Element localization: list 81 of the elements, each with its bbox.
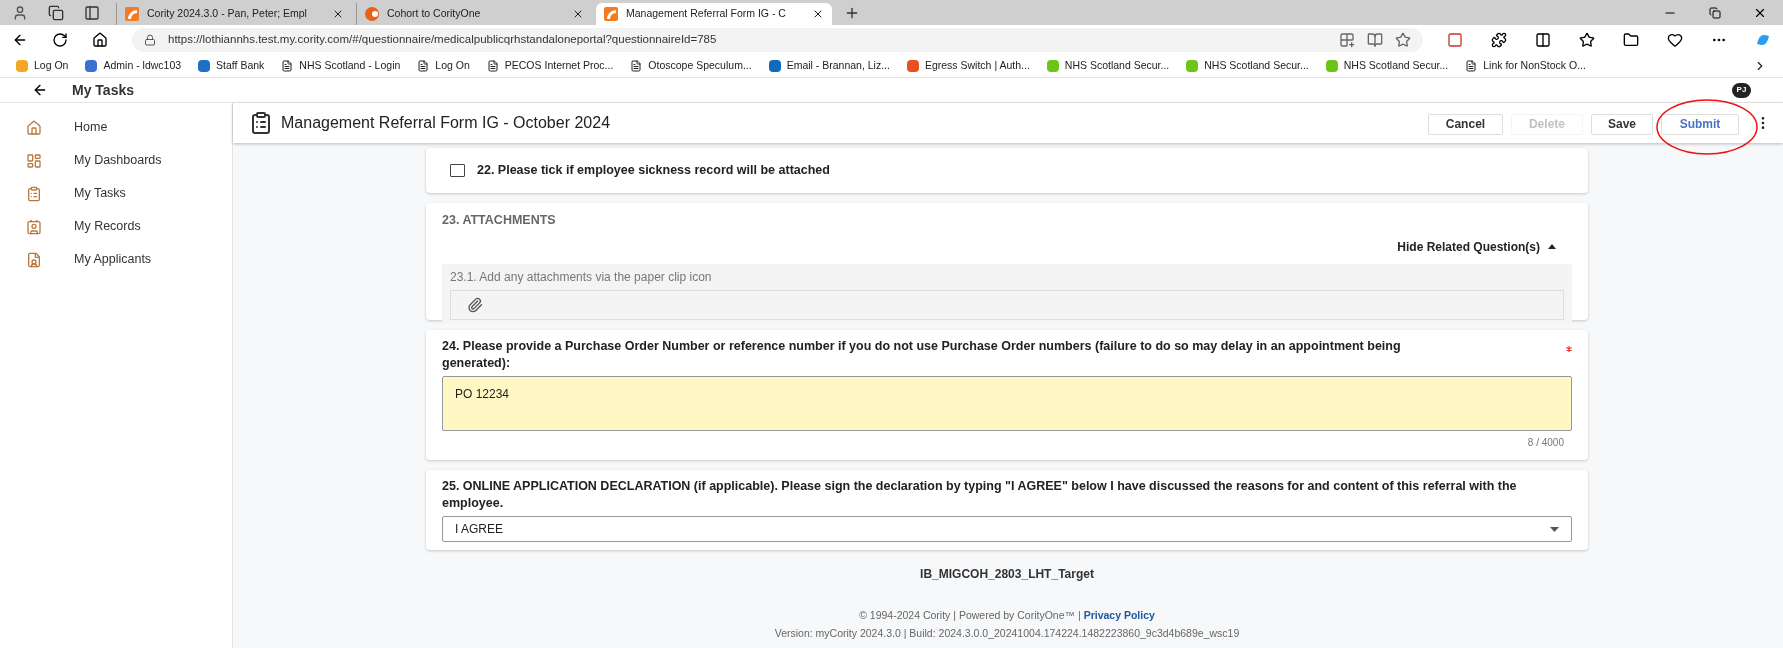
question-label: 24. Please provide a Purchase Order Number or reference number if you do not use Purchase Order numbers (failure to do so may delay in an appointment being generated): — [442, 338, 1402, 372]
text-area[interactable]: PO 12234 — [442, 376, 1572, 431]
cority-logo-icon — [125, 7, 139, 21]
new-tab-icon[interactable] — [844, 5, 860, 21]
sidebar-item[interactable]: My Dashboards — [0, 144, 232, 177]
collections-icon[interactable] — [1623, 32, 1639, 48]
caret-icon — [1550, 526, 1559, 532]
restore-icon[interactable] — [1709, 6, 1721, 19]
attachment-field[interactable] — [450, 289, 1564, 320]
sub-question-label: 23.1. Add any attachments via the paper clip icon — [450, 268, 713, 286]
version-text: Version: myCority 2024.3.0 | Build: 2024.3.0.0_20241004.174224.1482223860_9c3d4b689e_wsc19 — [774, 625, 1240, 641]
close-icon[interactable] — [572, 8, 584, 20]
copilot-icon[interactable] — [1755, 32, 1771, 48]
address-field[interactable]: https://lothiannhs.test.my.cority.com/#/questionnaire/medicalpublicqrhstandaloneportal?questionnaireId=785 — [132, 28, 1423, 52]
section-heading: 23. ATTACHMENTS — [442, 212, 557, 229]
bookmark[interactable]: NHS Scotland - Login — [281, 58, 401, 74]
close-icon[interactable] — [332, 8, 344, 20]
page-icon — [281, 60, 294, 72]
sidebar-item[interactable]: My Applicants — [0, 243, 232, 276]
copyright-text: © 1994-2024 Cority | Powered by CorityOne™ | Privacy Policy — [859, 608, 1155, 623]
bookmark[interactable]: Admin - ldwc103 — [85, 58, 182, 74]
paperclip-icon[interactable] — [467, 296, 483, 313]
sidebar-item[interactable]: Home — [0, 111, 232, 144]
extension-icon[interactable] — [1447, 32, 1463, 48]
page-icon — [1465, 60, 1478, 72]
bookmark[interactable]: PECOS Internet Proc... — [486, 58, 614, 74]
bookmark[interactable]: Log On — [417, 58, 470, 74]
toolbar-button[interactable]: Save — [1590, 113, 1653, 135]
lock-icon — [144, 34, 156, 46]
workspaces-icon[interactable] — [48, 4, 64, 21]
cohort-logo-icon — [365, 7, 379, 21]
document-person-icon — [26, 251, 42, 268]
bookmark[interactable]: NHS Scotland Secur... — [1046, 58, 1170, 74]
bookmark[interactable]: NHS Scotland Secur... — [1325, 58, 1449, 74]
sidebar-item[interactable]: My Tasks — [0, 177, 232, 210]
page-title: My Tasks — [72, 80, 135, 100]
sidebar-icon[interactable] — [84, 4, 100, 21]
form-title: Management Referral Form IG - October 2024 — [281, 113, 612, 133]
favorites-icon[interactable] — [1579, 32, 1595, 48]
bookmark[interactable]: Link for NonStock O... — [1465, 58, 1586, 74]
toolbar-button[interactable]: Cancel — [1427, 113, 1503, 135]
hide-related-toggle[interactable]: Hide Related Question(s) — [1397, 237, 1556, 256]
bookmark[interactable]: Log On — [16, 58, 69, 74]
reload-icon[interactable] — [52, 32, 68, 48]
bookmark[interactable]: Staff Bank — [198, 58, 265, 74]
browser-tab[interactable]: Management Referral Form IG - C — [596, 3, 832, 25]
home-icon[interactable] — [92, 32, 108, 48]
privacy-policy-link[interactable]: Privacy Policy — [1083, 609, 1155, 621]
cority-logo-icon — [604, 7, 618, 21]
caret-icon — [1548, 244, 1556, 250]
page-icon — [630, 60, 643, 72]
environment-label: IB_MIGCOH_2803_LHT_Target — [920, 566, 1094, 583]
bookmark[interactable]: Egress Switch | Auth... — [906, 58, 1030, 74]
clipboard-icon — [26, 185, 42, 202]
favorite-icon[interactable] — [1395, 32, 1411, 48]
profile-icon[interactable] — [12, 4, 28, 21]
split-screen-icon[interactable] — [1535, 32, 1551, 48]
back-icon[interactable] — [32, 82, 48, 98]
question-label: 22. Please tick if employee sickness record will be attached — [477, 162, 830, 180]
bookmark[interactable]: Email - Brannan, Liz... — [768, 58, 890, 74]
question-label: 25. ONLINE APPLICATION DECLARATION (if applicable). Please sign the declaration by typing "I AGREE" below I have discussed the reasons for and content of this referral with the employee. — [442, 478, 1518, 512]
checklist-icon — [249, 111, 273, 135]
close-icon[interactable] — [812, 8, 824, 20]
read-aloud-icon[interactable] — [1367, 32, 1383, 48]
bookmark[interactable]: Otoscope Speculum... — [630, 58, 752, 74]
toolbar-button[interactable]: Submit — [1661, 113, 1739, 135]
character-counter: 8 / 4000 — [1527, 436, 1565, 450]
back-icon[interactable] — [12, 32, 28, 48]
bookmark[interactable]: NHS Scotland Secur... — [1186, 58, 1309, 74]
checkbox[interactable] — [450, 164, 465, 177]
avatar[interactable]: PJ — [1732, 82, 1751, 98]
page-icon — [486, 60, 499, 72]
sidebar-item[interactable]: My Records — [0, 210, 232, 243]
house-icon — [26, 119, 42, 136]
extensions-icon[interactable] — [1491, 32, 1507, 48]
app-icon[interactable] — [1339, 32, 1355, 48]
browser-essentials-icon[interactable] — [1667, 32, 1683, 48]
contact-card-icon — [26, 218, 42, 235]
declaration-dropdown[interactable]: I AGREE — [442, 516, 1572, 542]
page-icon — [417, 60, 430, 72]
dashboard-icon — [26, 152, 42, 169]
